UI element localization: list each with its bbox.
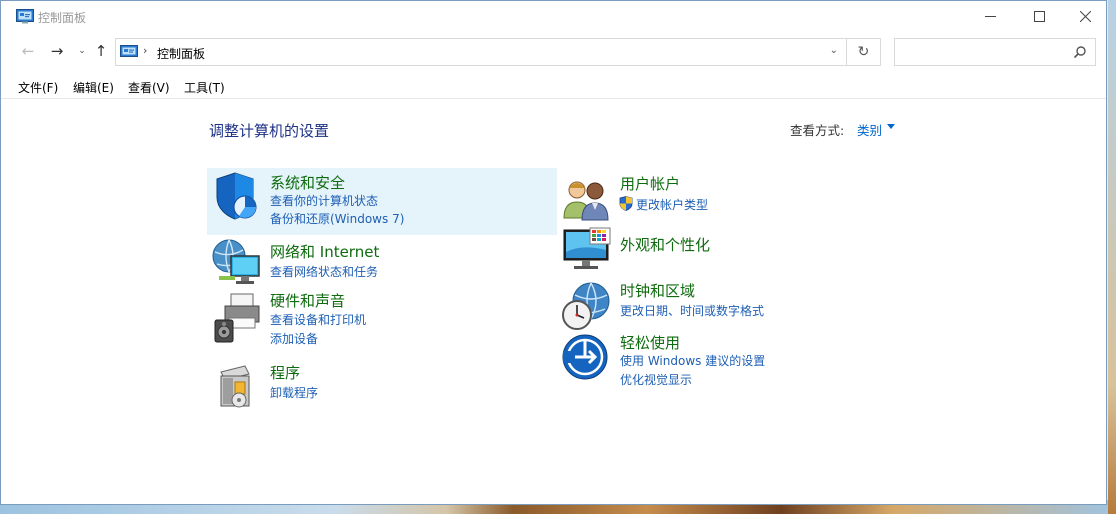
link-add-device[interactable]: 添加设备 (270, 330, 318, 347)
category-title-programs[interactable]: 程序 (270, 362, 300, 383)
menu-edit[interactable]: 编辑(E) (73, 79, 114, 96)
category-title-clock-region[interactable]: 时钟和区域 (620, 280, 695, 301)
view-by-dropdown[interactable]: 类别 (857, 120, 882, 139)
category-title-network-internet[interactable]: 网络和 Internet (270, 241, 379, 262)
menu-file[interactable]: 文件(F) (18, 79, 58, 96)
category-title-system-security[interactable]: 系统和安全 (270, 172, 345, 193)
maximize-icon (1033, 10, 1045, 22)
up-arrow-icon: ↑ (94, 42, 108, 60)
minimize-icon (984, 15, 996, 17)
chevron-down-icon: ⌄ (78, 46, 86, 56)
control-panel-location-icon (120, 45, 138, 57)
page-title: 调整计算机的设置 (209, 122, 330, 140)
link-view-devices-printers[interactable]: 查看设备和打印机 (270, 311, 366, 328)
globe-monitor-icon (212, 239, 260, 284)
close-button[interactable] (1062, 1, 1108, 31)
link-view-computer-status[interactable]: 查看你的计算机状态 (270, 192, 378, 209)
shield-pie-icon (216, 172, 257, 220)
dropdown-arrow-icon[interactable] (887, 124, 895, 129)
category-ease-of-access[interactable]: 轻松使用 使用 Windows 建议的设置 优化视觉显示 (557, 332, 907, 390)
desktop-wallpaper-right (1108, 0, 1116, 514)
link-view-network-status[interactable]: 查看网络状态和任务 (270, 263, 378, 280)
recent-locations-button[interactable]: ⌄ (72, 40, 92, 62)
back-button[interactable]: ← (18, 40, 38, 62)
category-title-hardware-sound[interactable]: 硬件和声音 (270, 290, 345, 311)
minimize-button[interactable] (967, 1, 1013, 31)
category-system-security[interactable]: 系统和安全 查看你的计算机状态 备份和还原(Windows 7) (207, 168, 557, 235)
forward-arrow-icon: → (50, 42, 64, 60)
window-title: 控制面板 (38, 11, 87, 25)
category-appearance-personalization[interactable]: 外观和个性化 (557, 226, 907, 274)
link-windows-recommended-settings[interactable]: 使用 Windows 建议的设置 (620, 352, 765, 369)
category-clock-region[interactable]: 时钟和区域 更改日期、时间或数字格式 (557, 280, 907, 330)
category-hardware-sound[interactable]: 硬件和声音 查看设备和打印机 添加设备 (207, 290, 557, 350)
refresh-icon: ↻ (857, 44, 870, 60)
link-change-account-type[interactable]: 更改帐户类型 (636, 196, 708, 213)
program-box-icon (220, 365, 250, 408)
clock-globe-icon (562, 282, 610, 330)
refresh-button[interactable]: ↻ (847, 38, 881, 66)
monitor-palette-icon (563, 227, 611, 269)
navigation-bar: ← → ⌄ ↑ › 控制面板 ⌄ ↻ (1, 35, 1106, 71)
control-panel-app-icon (16, 9, 34, 24)
link-optimize-visual-display[interactable]: 优化视觉显示 (620, 371, 692, 388)
uac-shield-icon (619, 196, 633, 211)
users-icon (563, 181, 609, 221)
printer-speaker-icon (214, 293, 260, 343)
view-by-label: 查看方式: (790, 123, 845, 138)
menu-view[interactable]: 查看(V) (128, 79, 170, 96)
close-icon (1079, 10, 1091, 22)
control-panel-window: 控制面板 ← → ⌄ ↑ › 控制面板 ⌄ ↻ 文件(F) 编辑(E) 查看(V… (0, 0, 1107, 505)
category-programs[interactable]: 程序 卸载程序 (207, 360, 557, 408)
address-dropdown-icon[interactable]: ⌄ (830, 45, 838, 56)
link-uninstall-program[interactable]: 卸载程序 (270, 384, 318, 401)
breadcrumb-control-panel[interactable]: 控制面板 (157, 45, 205, 62)
back-arrow-icon: ← (21, 42, 35, 60)
category-title-appearance-personalization[interactable]: 外观和个性化 (620, 234, 710, 255)
maximize-button[interactable] (1016, 1, 1062, 31)
category-network-internet[interactable]: 网络和 Internet 查看网络状态和任务 (207, 238, 557, 284)
link-backup-restore[interactable]: 备份和还原(Windows 7) (270, 210, 404, 227)
category-title-ease-of-access[interactable]: 轻松使用 (620, 332, 680, 353)
menu-bar: 文件(F) 编辑(E) 查看(V) 工具(T) (1, 76, 1106, 99)
title-bar[interactable]: 控制面板 (1, 1, 1106, 33)
category-title-user-accounts[interactable]: 用户帐户 (620, 173, 680, 194)
search-icon[interactable] (1073, 45, 1087, 59)
ease-of-access-icon (562, 334, 608, 380)
up-button[interactable]: ↑ (91, 40, 111, 62)
menu-tools[interactable]: 工具(T) (184, 79, 225, 96)
category-user-accounts[interactable]: 用户帐户 更改帐户类型 (557, 170, 907, 221)
link-change-date-time-format[interactable]: 更改日期、时间或数字格式 (620, 302, 764, 319)
content-area: 调整计算机的设置 查看方式: 类别 系统和安全 查看你的计算机状态 备份和还原(… (1, 98, 1106, 505)
address-bar[interactable]: › 控制面板 ⌄ (115, 38, 847, 66)
forward-button[interactable]: → (47, 40, 67, 62)
breadcrumb-separator-icon[interactable]: › (143, 44, 147, 57)
search-box[interactable] (894, 38, 1096, 66)
